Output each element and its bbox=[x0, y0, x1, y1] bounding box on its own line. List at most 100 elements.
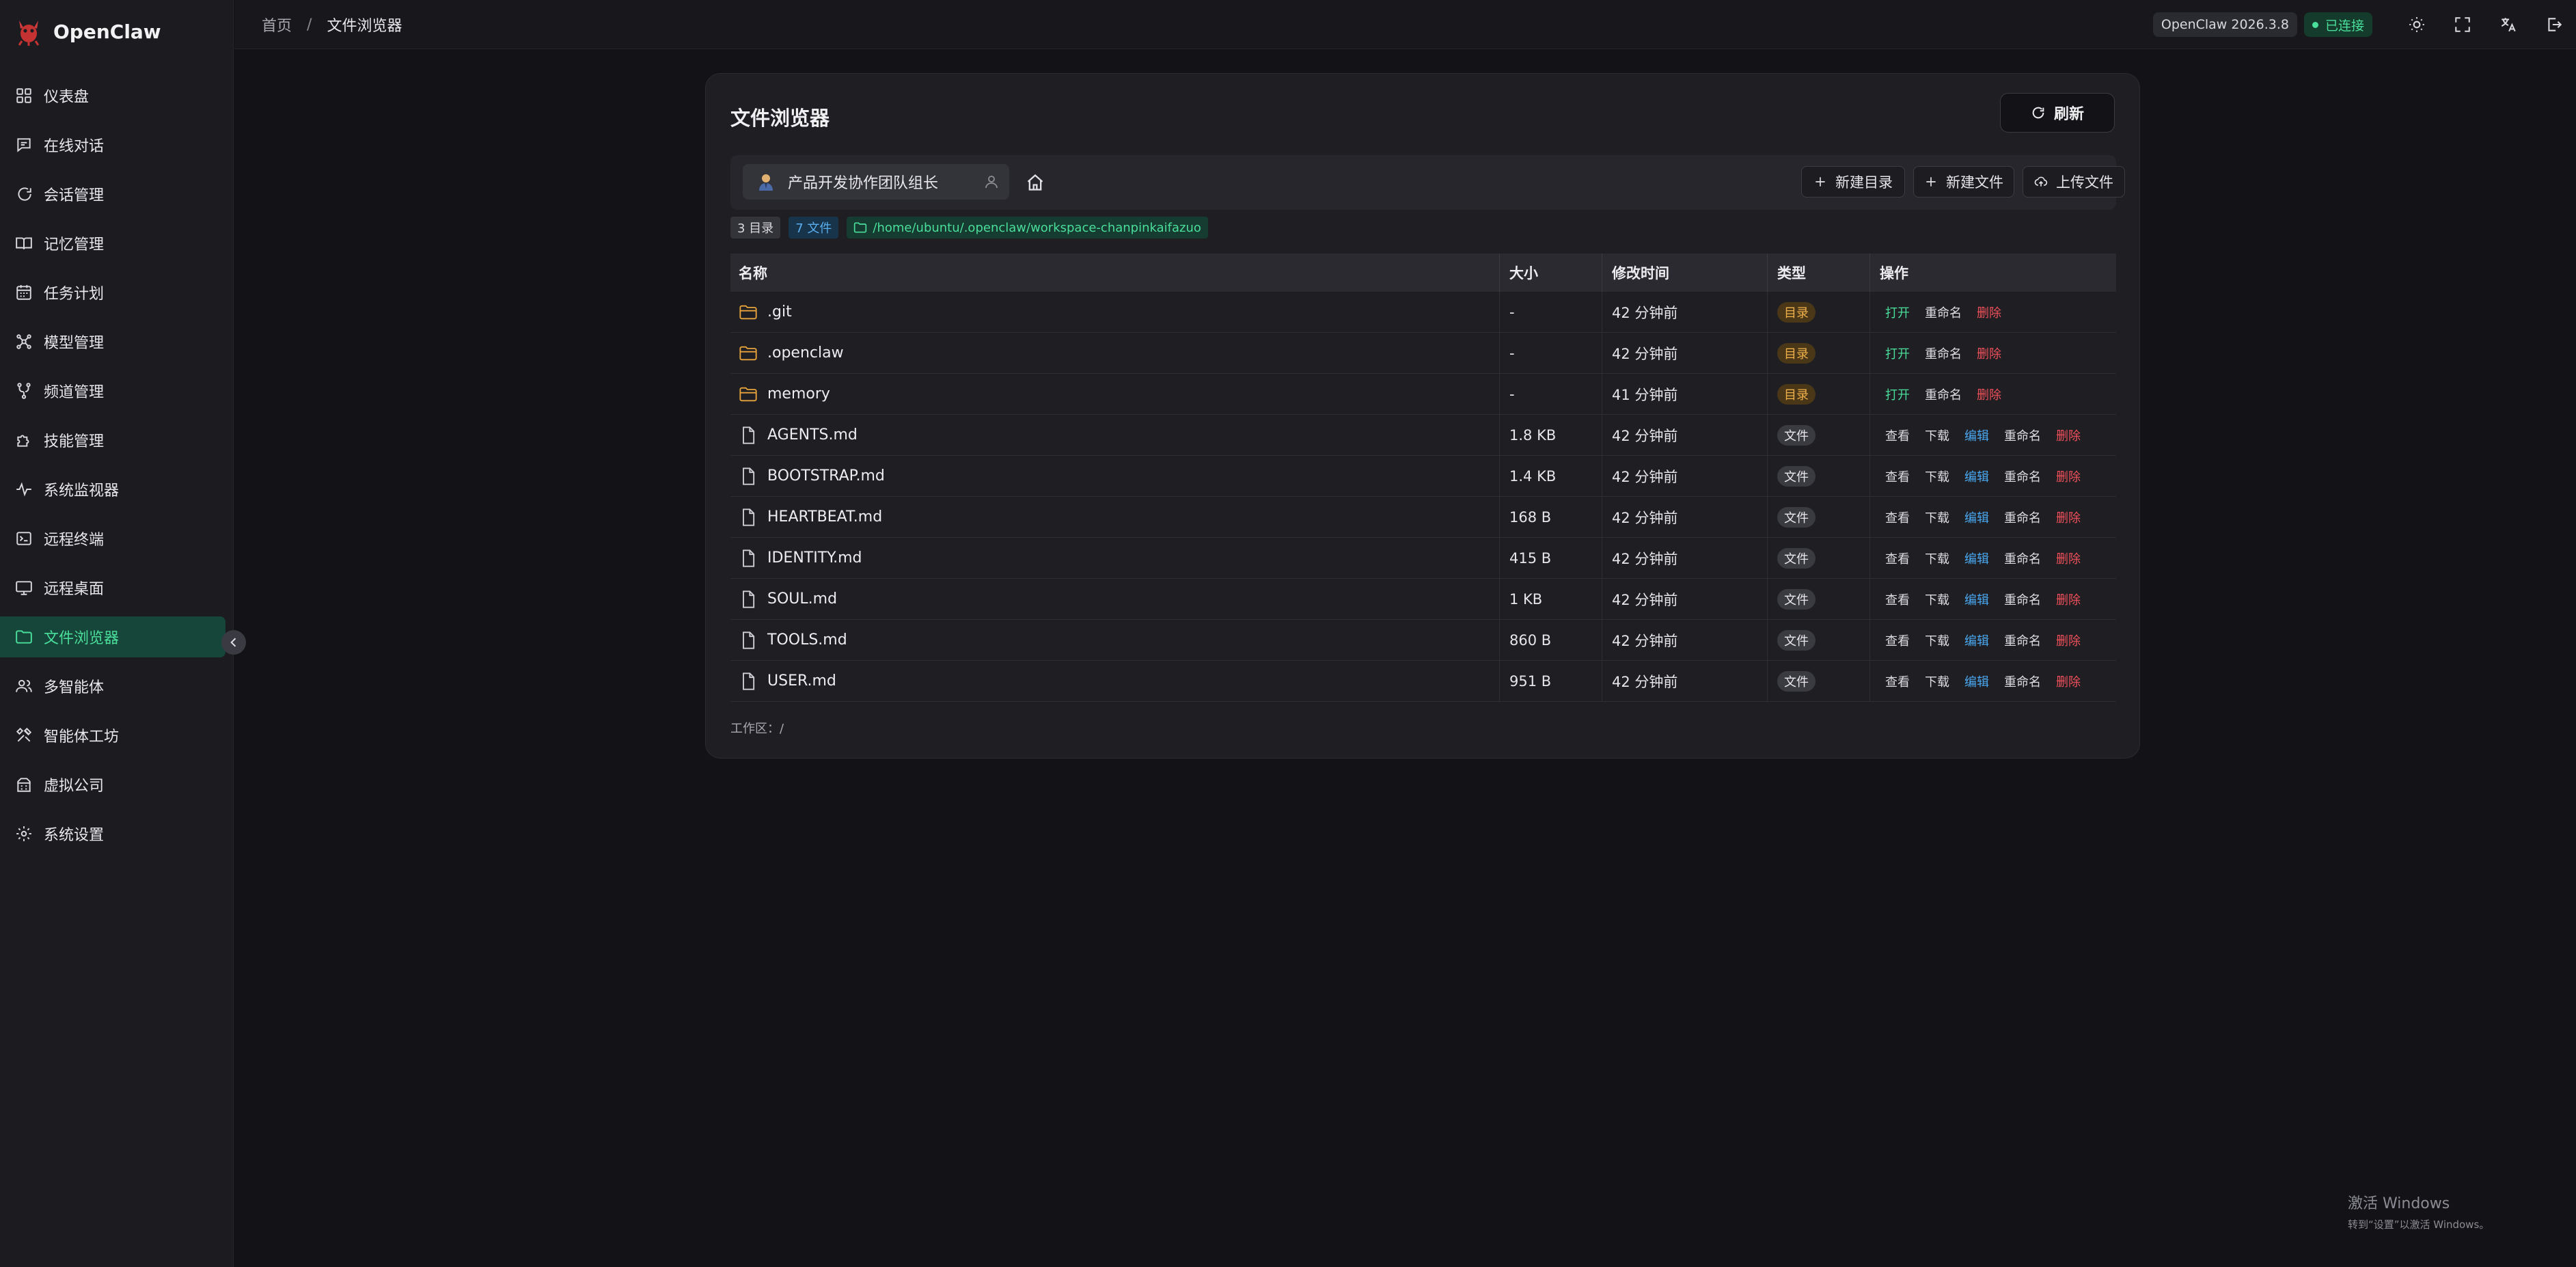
sidebar-item-tasks[interactable]: 任务计划 bbox=[0, 272, 225, 313]
sidebar-item-memory[interactable]: 记忆管理 bbox=[0, 223, 225, 264]
delete-action[interactable]: 删除 bbox=[1977, 344, 2001, 362]
new-file-button[interactable]: 新建文件 bbox=[1913, 166, 2014, 197]
folder-icon bbox=[739, 344, 758, 363]
rename-action[interactable]: 重命名 bbox=[1925, 385, 1962, 403]
delete-action[interactable]: 删除 bbox=[2056, 467, 2081, 485]
sidebar-item-dashboard[interactable]: 仪表盘 bbox=[0, 75, 225, 116]
sidebar-item-multi-agent[interactable]: 多智能体 bbox=[0, 666, 225, 707]
table-row[interactable]: .openclaw - 42 分钟前 目录 打开 重命名 删除 bbox=[730, 333, 2116, 374]
edit-action[interactable]: 编辑 bbox=[1964, 426, 1989, 444]
sidebar-item-chat[interactable]: 在线对话 bbox=[0, 124, 225, 165]
header-name[interactable]: 名称 bbox=[730, 254, 1500, 292]
file-name[interactable]: SOUL.md bbox=[767, 590, 837, 608]
theme-toggle-icon[interactable] bbox=[2404, 12, 2429, 37]
agent-select[interactable]: 产品开发协作团队组长 bbox=[743, 164, 1009, 200]
delete-action[interactable]: 删除 bbox=[1977, 385, 2001, 403]
sidebar-item-desktop[interactable]: 远程桌面 bbox=[0, 567, 225, 608]
directory-count-badge: 3 目录 bbox=[730, 217, 781, 239]
sidebar-item-files[interactable]: 文件浏览器 bbox=[0, 616, 225, 657]
logout-icon[interactable] bbox=[2542, 12, 2566, 37]
rename-action[interactable]: 重命名 bbox=[2004, 467, 2041, 485]
rename-action[interactable]: 重命名 bbox=[2004, 549, 2041, 567]
file-name[interactable]: TOOLS.md bbox=[767, 631, 847, 649]
table-row[interactable]: memory - 41 分钟前 目录 打开 重命名 删除 bbox=[730, 374, 2116, 415]
edit-action[interactable]: 编辑 bbox=[1964, 631, 1989, 649]
delete-action[interactable]: 删除 bbox=[2056, 426, 2081, 444]
upload-file-button[interactable]: 上传文件 bbox=[2023, 166, 2125, 197]
table-row[interactable]: TOOLS.md 860 B 42 分钟前 文件 查看 下载 编辑 重命名 删除 bbox=[730, 620, 2116, 661]
delete-action[interactable]: 删除 bbox=[2056, 672, 2081, 690]
sidebar-item-models[interactable]: 模型管理 bbox=[0, 321, 225, 362]
delete-action[interactable]: 删除 bbox=[1977, 303, 2001, 321]
header-size[interactable]: 大小 bbox=[1500, 254, 1602, 292]
rename-action[interactable]: 重命名 bbox=[2004, 426, 2041, 444]
rename-action[interactable]: 重命名 bbox=[1925, 344, 1962, 362]
table-row[interactable]: USER.md 951 B 42 分钟前 文件 查看 下载 编辑 重命名 删除 bbox=[730, 661, 2116, 702]
fullscreen-icon[interactable] bbox=[2450, 12, 2475, 37]
table-row[interactable]: HEARTBEAT.md 168 B 42 分钟前 文件 查看 下载 编辑 重命… bbox=[730, 497, 2116, 538]
table-row[interactable]: .git - 42 分钟前 目录 打开 重命名 删除 bbox=[730, 292, 2116, 333]
file-count-badge: 7 文件 bbox=[789, 217, 839, 239]
edit-action[interactable]: 编辑 bbox=[1964, 508, 1989, 526]
delete-action[interactable]: 删除 bbox=[2056, 508, 2081, 526]
file-name[interactable]: BOOTSTRAP.md bbox=[767, 467, 885, 485]
edit-action[interactable]: 编辑 bbox=[1964, 467, 1989, 485]
file-name[interactable]: IDENTITY.md bbox=[767, 549, 862, 567]
sidebar-item-skills[interactable]: 技能管理 bbox=[0, 420, 225, 461]
edit-action[interactable]: 编辑 bbox=[1964, 549, 1989, 567]
delete-action[interactable]: 删除 bbox=[2056, 631, 2081, 649]
view-action[interactable]: 查看 bbox=[1885, 467, 1910, 485]
file-name[interactable]: memory bbox=[767, 385, 830, 403]
header-type[interactable]: 类型 bbox=[1768, 254, 1870, 292]
download-action[interactable]: 下载 bbox=[1925, 508, 1949, 526]
table-row[interactable]: SOUL.md 1 KB 42 分钟前 文件 查看 下载 编辑 重命名 删除 bbox=[730, 579, 2116, 620]
brand[interactable]: OpenClaw bbox=[14, 16, 161, 46]
rename-action[interactable]: 重命名 bbox=[2004, 590, 2041, 608]
file-name[interactable]: .openclaw bbox=[767, 344, 844, 362]
sidebar-item-terminal[interactable]: 远程终端 bbox=[0, 518, 225, 559]
sidebar-item-monitor[interactable]: 系统监视器 bbox=[0, 469, 225, 510]
sidebar-item-workshop[interactable]: 智能体工坊 bbox=[0, 715, 225, 756]
view-action[interactable]: 查看 bbox=[1885, 590, 1910, 608]
rename-action[interactable]: 重命名 bbox=[2004, 672, 2041, 690]
refresh-button[interactable]: 刷新 bbox=[2000, 93, 2115, 133]
view-action[interactable]: 查看 bbox=[1885, 672, 1910, 690]
view-action[interactable]: 查看 bbox=[1885, 508, 1910, 526]
open-action[interactable]: 打开 bbox=[1885, 303, 1910, 321]
view-action[interactable]: 查看 bbox=[1885, 549, 1910, 567]
rename-action[interactable]: 重命名 bbox=[2004, 508, 2041, 526]
file-name[interactable]: AGENTS.md bbox=[767, 426, 858, 444]
header-modified[interactable]: 修改时间 bbox=[1602, 254, 1768, 292]
delete-action[interactable]: 删除 bbox=[2056, 549, 2081, 567]
rename-action[interactable]: 重命名 bbox=[2004, 631, 2041, 649]
open-action[interactable]: 打开 bbox=[1885, 385, 1910, 403]
file-name[interactable]: .git bbox=[767, 303, 792, 321]
open-action[interactable]: 打开 bbox=[1885, 344, 1910, 362]
breadcrumb-home[interactable]: 首页 bbox=[262, 14, 292, 36]
download-action[interactable]: 下载 bbox=[1925, 426, 1949, 444]
new-directory-button[interactable]: 新建目录 bbox=[1801, 166, 1905, 197]
download-action[interactable]: 下载 bbox=[1925, 549, 1949, 567]
view-action[interactable]: 查看 bbox=[1885, 426, 1910, 444]
view-action[interactable]: 查看 bbox=[1885, 631, 1910, 649]
download-action[interactable]: 下载 bbox=[1925, 631, 1949, 649]
table-row[interactable]: BOOTSTRAP.md 1.4 KB 42 分钟前 文件 查看 下载 编辑 重… bbox=[730, 456, 2116, 497]
table-row[interactable]: IDENTITY.md 415 B 42 分钟前 文件 查看 下载 编辑 重命名… bbox=[730, 538, 2116, 579]
file-name[interactable]: USER.md bbox=[767, 672, 836, 690]
home-icon[interactable] bbox=[1022, 169, 1049, 196]
sidebar-item-settings[interactable]: 系统设置 bbox=[0, 813, 225, 854]
sidebar-collapse-button[interactable] bbox=[221, 630, 246, 655]
sidebar-item-sessions[interactable]: 会话管理 bbox=[0, 174, 225, 215]
download-action[interactable]: 下载 bbox=[1925, 672, 1949, 690]
sidebar-item-company[interactable]: 虚拟公司 bbox=[0, 764, 225, 805]
download-action[interactable]: 下载 bbox=[1925, 590, 1949, 608]
translate-icon[interactable] bbox=[2496, 12, 2521, 37]
download-action[interactable]: 下载 bbox=[1925, 467, 1949, 485]
sidebar-item-channels[interactable]: 频道管理 bbox=[0, 370, 225, 411]
file-name[interactable]: HEARTBEAT.md bbox=[767, 508, 882, 526]
edit-action[interactable]: 编辑 bbox=[1964, 672, 1989, 690]
delete-action[interactable]: 删除 bbox=[2056, 590, 2081, 608]
table-row[interactable]: AGENTS.md 1.8 KB 42 分钟前 文件 查看 下载 编辑 重命名 … bbox=[730, 415, 2116, 456]
rename-action[interactable]: 重命名 bbox=[1925, 303, 1962, 321]
edit-action[interactable]: 编辑 bbox=[1964, 590, 1989, 608]
